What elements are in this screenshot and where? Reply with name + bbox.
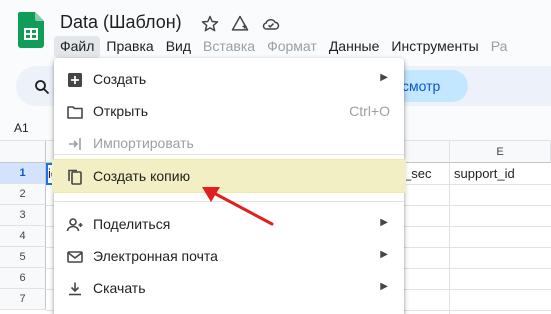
cell-e1[interactable]: support_id	[454, 163, 550, 184]
menu-item-download[interactable]: Скачать ▶	[54, 273, 404, 305]
email-icon	[67, 251, 83, 263]
shortcut-hint: Ctrl+O	[349, 103, 390, 119]
row-header-5[interactable]: 5	[0, 247, 46, 268]
row-header-7[interactable]: 7	[0, 289, 46, 310]
row-header-3[interactable]: 3	[0, 205, 46, 226]
search-icon[interactable]	[34, 79, 50, 95]
menu-item-label: Создать копию	[93, 168, 191, 184]
row-header-2[interactable]: 2	[0, 184, 46, 205]
menu-item-label: Скачать	[93, 280, 146, 296]
document-title[interactable]: Data (Шаблон)	[60, 12, 182, 33]
menu-item-import[interactable]: Импортировать	[54, 128, 404, 160]
column-header-d[interactable]	[402, 141, 450, 163]
submenu-arrow-icon: ▶	[380, 217, 388, 228]
copy-icon	[68, 169, 82, 185]
cell-d1[interactable]: _sec	[404, 163, 448, 184]
menu-bar: Файл Правка Вид Вставка Формат Данные Ин…	[54, 36, 513, 58]
menu-item-label: Создать	[93, 71, 147, 87]
menu-insert[interactable]: Вставка	[197, 36, 261, 58]
grid-line	[449, 163, 450, 314]
plus-icon	[68, 73, 82, 87]
download-icon	[69, 282, 81, 296]
row-header-6[interactable]: 6	[0, 268, 46, 289]
import-icon	[69, 138, 81, 150]
move-to-folder-icon[interactable]	[230, 14, 250, 34]
sheets-logo-icon[interactable]	[18, 12, 44, 48]
row-header-4[interactable]: 4	[0, 226, 46, 247]
google-sheets-window: Data (Шаблон) Файл Правка Вид Вставка Фо…	[0, 0, 551, 314]
menu-file[interactable]: Файл	[54, 36, 101, 58]
annotation-arrow-icon	[202, 187, 274, 226]
row-header-1[interactable]: 1	[0, 163, 46, 184]
menu-edit[interactable]: Правка	[100, 36, 159, 58]
menu-divider	[54, 154, 404, 155]
share-person-icon	[66, 218, 83, 232]
column-header-e[interactable]: E	[450, 141, 551, 163]
star-icon[interactable]	[200, 14, 220, 34]
menu-tools[interactable]: Инструменты	[385, 36, 484, 58]
menu-extensions[interactable]: Ра	[485, 36, 514, 58]
submenu-arrow-icon: ▶	[380, 249, 388, 260]
menu-format[interactable]: Формат	[261, 36, 323, 58]
menu-item-label: Открыть	[93, 103, 148, 119]
name-box[interactable]: A1	[14, 121, 29, 135]
submenu-arrow-icon: ▶	[380, 72, 388, 83]
submenu-arrow-icon: ▶	[380, 281, 388, 292]
cloud-saved-icon[interactable]	[261, 14, 281, 34]
select-all-corner[interactable]	[0, 141, 46, 163]
menu-item-label: Импортировать	[93, 135, 194, 151]
menu-item-label: Электронная почта	[93, 248, 218, 264]
menu-item-open[interactable]: Открыть Ctrl+O	[54, 96, 404, 128]
menu-item-new[interactable]: Создать ▶	[54, 64, 404, 96]
menu-data[interactable]: Данные	[323, 36, 386, 58]
folder-icon	[67, 106, 83, 119]
menu-item-email[interactable]: Электронная почта ▶	[54, 241, 404, 273]
menu-item-label: Поделиться	[93, 216, 171, 232]
menu-view[interactable]: Вид	[160, 36, 197, 58]
